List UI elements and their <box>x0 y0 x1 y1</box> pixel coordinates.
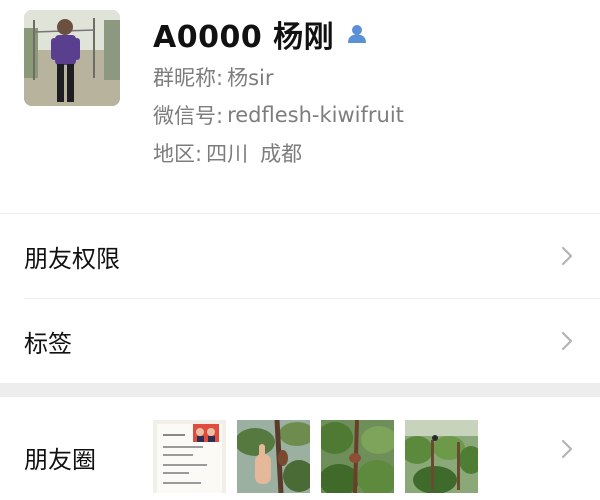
friend-permissions-row[interactable]: 朋友权限 <box>0 214 600 298</box>
wechat-id-value: redflesh-kiwifruit <box>227 103 404 127</box>
region-city: 成都 <box>260 142 303 166</box>
region-province: 四川 <box>206 142 249 166</box>
friend-permissions-label: 朋友权限 <box>24 244 120 273</box>
chevron-right-icon <box>561 246 573 266</box>
region-label: 地区: <box>153 142 203 166</box>
moments-thumbnail-document[interactable] <box>153 420 226 493</box>
male-user-icon <box>346 23 368 45</box>
name-row: A0000 杨刚 <box>153 14 368 55</box>
group-nickname-label: 群昵称: <box>153 66 224 90</box>
region-line: 地区: 四川 成都 <box>153 138 302 168</box>
wechat-id-line: 微信号: redflesh-kiwifruit <box>153 100 404 130</box>
moments-thumbnail-vine[interactable] <box>237 420 310 493</box>
chevron-right-icon <box>561 439 573 458</box>
group-nickname-value: 杨sir <box>227 66 274 90</box>
contact-profile-screen: A0000 杨刚 群昵称: 杨sir 微信号: redflesh-kiwifru… <box>0 0 600 500</box>
moments-row[interactable]: 朋友圈 <box>0 397 600 500</box>
chevron-right-icon <box>561 331 573 351</box>
avatar[interactable] <box>24 10 120 106</box>
contact-name: A0000 杨刚 <box>153 20 335 55</box>
moments-thumbnail-leaves[interactable] <box>321 420 394 493</box>
tags-label: 标签 <box>24 329 72 358</box>
wechat-id-label: 微信号: <box>153 104 224 128</box>
moments-thumbnails <box>153 420 478 493</box>
moments-label: 朋友圈 <box>24 446 96 474</box>
tags-row[interactable]: 标签 <box>0 299 600 383</box>
profile-header: A0000 杨刚 群昵称: 杨sir 微信号: redflesh-kiwifru… <box>0 0 600 212</box>
section-separator <box>0 383 600 397</box>
group-nickname-line: 群昵称: 杨sir <box>153 62 274 92</box>
moments-thumbnail-orchard[interactable] <box>405 420 478 493</box>
